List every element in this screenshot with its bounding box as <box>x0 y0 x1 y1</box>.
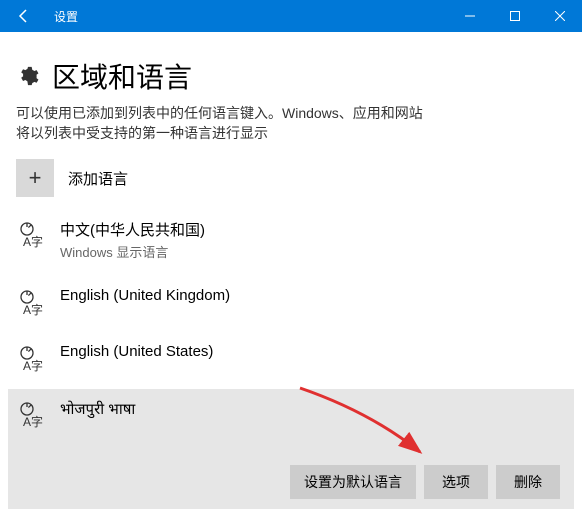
svg-text:A字: A字 <box>23 302 43 316</box>
window-controls <box>447 0 582 32</box>
set-default-button[interactable]: 设置为默认语言 <box>290 465 416 499</box>
description-line: 将以列表中受支持的第一种语言进行显示 <box>16 124 566 144</box>
svg-text:A字: A字 <box>23 234 43 248</box>
titlebar: 设置 <box>0 0 582 32</box>
language-name: भोजपुरी भाषा <box>60 399 135 419</box>
remove-button[interactable]: 删除 <box>496 465 560 499</box>
language-icon: A字 <box>16 287 46 317</box>
plus-icon: + <box>16 159 54 197</box>
language-item[interactable]: A字 English (United States) <box>8 333 574 383</box>
language-item[interactable]: A字 English (United Kingdom) <box>8 277 574 327</box>
language-item[interactable]: A字 中文(中华人民共和国) Windows 显示语言 <box>8 209 574 271</box>
svg-text:A字: A字 <box>23 358 43 372</box>
page-header: 区域和语言 <box>0 32 582 104</box>
gear-icon <box>16 64 40 88</box>
language-icon: A字 <box>16 219 46 249</box>
language-name: English (United Kingdom) <box>60 287 230 304</box>
description-line: 可以使用已添加到列表中的任何语言键入。Windows、应用和网站 <box>16 104 566 124</box>
language-action-row: 设置为默认语言 选项 删除 <box>16 465 566 499</box>
page-description: 可以使用已添加到列表中的任何语言键入。Windows、应用和网站 将以列表中受支… <box>0 104 582 143</box>
add-language-button[interactable]: + 添加语言 <box>0 149 582 209</box>
add-language-label: 添加语言 <box>68 168 128 189</box>
language-icon: A字 <box>16 399 46 429</box>
language-list: A字 中文(中华人民共和国) Windows 显示语言 A字 English (… <box>0 209 582 509</box>
maximize-button[interactable] <box>492 0 537 32</box>
language-item-selected[interactable]: A字 भोजपुरी भाषा 设置为默认语言 选项 删除 <box>8 389 574 509</box>
back-button[interactable] <box>0 0 48 32</box>
svg-text:A字: A字 <box>23 414 43 428</box>
minimize-button[interactable] <box>447 0 492 32</box>
options-button[interactable]: 选项 <box>424 465 488 499</box>
window-title: 设置 <box>54 8 447 25</box>
language-name: English (United States) <box>60 343 213 360</box>
language-subtitle: Windows 显示语言 <box>60 242 205 261</box>
language-icon: A字 <box>16 343 46 373</box>
close-button[interactable] <box>537 0 582 32</box>
language-name: 中文(中华人民共和国) <box>60 219 205 240</box>
page-title: 区域和语言 <box>52 56 192 96</box>
